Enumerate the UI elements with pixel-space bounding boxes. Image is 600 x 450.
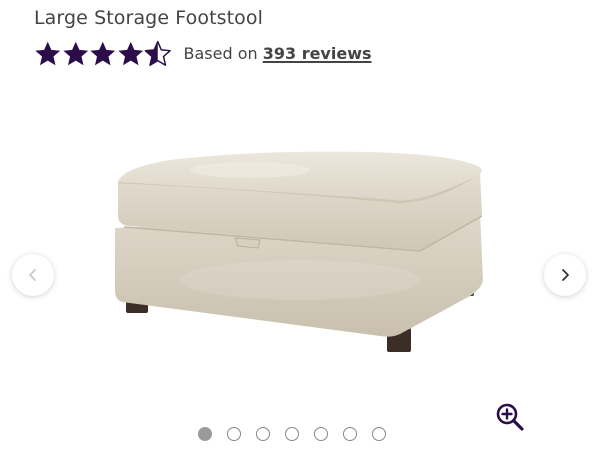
chevron-right-icon: [562, 269, 569, 281]
reviews-summary: Based on 393 reviews: [184, 44, 372, 63]
gallery-pagination: [198, 427, 386, 441]
star-icon: [62, 41, 88, 65]
gallery-next-button[interactable]: [544, 254, 586, 296]
star-icon: [117, 41, 143, 65]
product-image: [115, 151, 483, 352]
reviews-prefix: Based on: [183, 43, 263, 63]
gallery-dot[interactable]: [198, 427, 212, 441]
gallery-dot[interactable]: [314, 427, 328, 441]
gallery-dot[interactable]: [343, 427, 357, 441]
half-star-icon: [144, 40, 171, 66]
zoom-in-icon: [496, 403, 524, 431]
gallery-dot[interactable]: [372, 427, 386, 441]
gallery-prev-button[interactable]: [12, 254, 54, 296]
star-rating: [34, 40, 172, 67]
rating-row: Based on 393 reviews: [34, 38, 372, 68]
product-title: Large Storage Footstool: [34, 7, 264, 29]
star-icon: [90, 41, 116, 65]
gallery-dot[interactable]: [256, 427, 270, 441]
chevron-left-icon: [29, 269, 36, 281]
zoom-button[interactable]: [494, 401, 526, 433]
gallery-dot[interactable]: [227, 427, 241, 441]
reviews-link[interactable]: 393 reviews: [263, 44, 372, 63]
star-icon: [35, 41, 61, 65]
gallery-dot[interactable]: [285, 427, 299, 441]
